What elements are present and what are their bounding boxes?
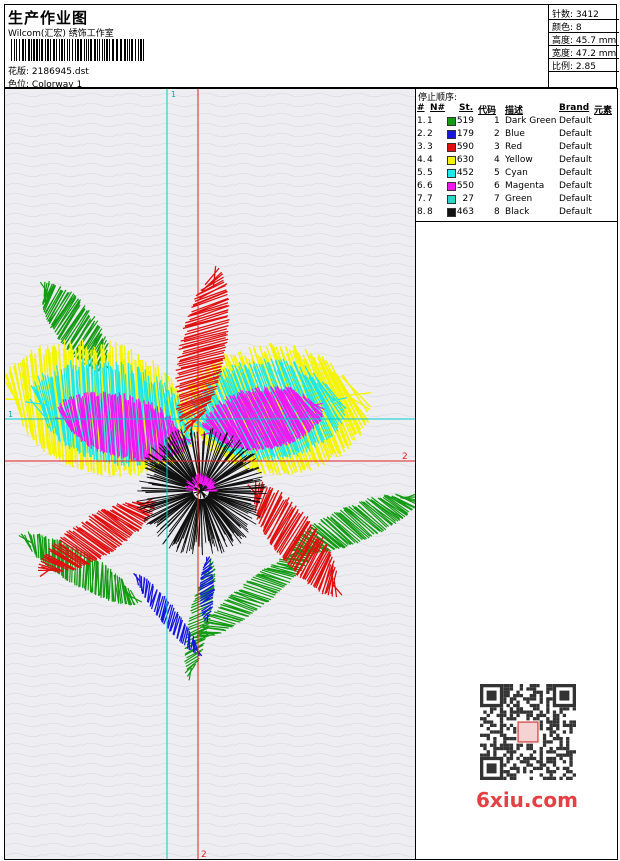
embroidery-design-canvas[interactable]: 1 1 2 2 [5, 89, 415, 859]
row-index: 5. [417, 168, 426, 178]
row-needle: 7 [427, 194, 433, 204]
studio-name: Wilcom(汇宏) 绣饰工作室 [8, 29, 114, 39]
row-code: 5 [494, 168, 500, 178]
page-title: 生产作业图 [8, 9, 89, 27]
row-needle: 6 [427, 181, 433, 191]
design-preview-panel[interactable]: 1 1 2 2 [4, 88, 416, 860]
row-stitches: 452 [456, 168, 474, 178]
header-panel: 生产作业图 Wilcom(汇宏) 绣饰工作室 花版: 2186945.dst 色… [4, 4, 619, 90]
row-index: 2. [417, 129, 426, 139]
design-label: 花版: [8, 67, 30, 77]
row-stitches: 179 [456, 129, 474, 139]
row-description: Green [505, 194, 533, 204]
row-description: Cyan [505, 168, 528, 178]
row-index: 3. [417, 142, 426, 152]
design-file-line: 花版: 2186945.dst [8, 64, 89, 77]
col-header-stitches: St. [459, 103, 474, 113]
table-row[interactable]: 1. 1 519 1 Dark Green Default [416, 116, 617, 129]
row-needle: 1 [427, 116, 433, 126]
table-row[interactable]: 4. 4 630 4 Yellow Default [416, 155, 617, 168]
axis-label-left: 1 [8, 410, 13, 419]
axis-label-bottom: 2 [201, 850, 207, 859]
col-header-needle: N# [430, 103, 446, 113]
row-stitches: 463 [456, 207, 474, 217]
row-code: 3 [494, 142, 500, 152]
table-row[interactable]: 8. 8 463 8 Black Default [416, 207, 617, 220]
row-brand: Default [559, 129, 592, 139]
row-code: 4 [494, 155, 500, 165]
table-row[interactable]: 7. 7 27 7 Green Default [416, 194, 617, 207]
row-description: Black [505, 207, 530, 217]
axis-label-right: 2 [402, 452, 408, 462]
row-code: 6 [494, 181, 500, 191]
row-description: Yellow [505, 155, 533, 165]
row-index: 7. [417, 194, 426, 204]
row-code: 1 [494, 116, 500, 126]
row-needle: 8 [427, 207, 433, 217]
row-stitches: 550 [456, 181, 474, 191]
design-file-name: 2186945.dst [31, 67, 89, 77]
row-brand: Default [559, 194, 592, 204]
thread-color-swatch [447, 156, 456, 165]
row-needle: 4 [427, 155, 433, 165]
row-brand: Default [559, 142, 592, 152]
stats-panel: 针数: 3412 颜色: 8 高度: 45.7 mm 宽度: 47.2 mm 比… [548, 5, 619, 89]
table-row[interactable]: 2. 2 179 2 Blue Default [416, 129, 617, 142]
row-needle: 5 [427, 168, 433, 178]
col-header-brand: Brand [559, 103, 590, 113]
col-header-element: 元素 [594, 106, 613, 116]
col-header-description: 描述 [505, 106, 524, 116]
row-index: 1. [417, 116, 426, 126]
table-row[interactable]: 3. 3 590 3 Red Default [416, 142, 617, 155]
row-index: 8. [417, 207, 426, 217]
row-brand: Default [559, 181, 592, 191]
row-stitches: 630 [456, 155, 474, 165]
row-brand: Default [559, 155, 592, 165]
row-stitches: 590 [456, 142, 474, 152]
table-row[interactable]: 5. 5 452 5 Cyan Default [416, 168, 617, 181]
row-brand: Default [559, 207, 592, 217]
row-code: 8 [494, 207, 500, 217]
thread-color-swatch [447, 208, 456, 217]
stop-sequence-title: 停止顺序: [418, 93, 458, 103]
row-brand: Default [559, 168, 592, 178]
barcode [11, 39, 144, 61]
row-needle: 3 [427, 142, 433, 152]
row-needle: 2 [427, 129, 433, 139]
row-description: Magenta [505, 181, 545, 191]
row-index: 4. [417, 155, 426, 165]
row-index: 6. [417, 181, 426, 191]
row-brand: Default [559, 116, 592, 126]
axis-label-top: 1 [171, 90, 176, 99]
thread-color-swatch [447, 182, 456, 191]
table-row[interactable]: 6. 6 550 6 Magenta Default [416, 181, 617, 194]
col-header-code: 代码 [478, 106, 497, 116]
watermark: 6xiu.com [470, 680, 586, 814]
row-stitches: 519 [456, 116, 474, 126]
thread-color-swatch [447, 169, 456, 178]
row-stitches: 27 [462, 194, 474, 204]
thread-color-swatch [447, 117, 456, 126]
qr-code [480, 684, 576, 780]
watermark-text: 6xiu.com [476, 788, 578, 812]
thread-sequence-table: 停止顺序: # N# St. 代码 描述 Brand 元素 1. 1 519 1 Dar… [415, 88, 618, 222]
row-code: 2 [494, 129, 500, 139]
thread-color-swatch [447, 143, 456, 152]
col-header-index: # [417, 103, 425, 113]
row-description: Red [505, 142, 523, 152]
thread-color-swatch [447, 130, 456, 139]
row-description: Dark Green [505, 116, 557, 126]
thread-color-swatch [447, 195, 456, 204]
row-code: 7 [494, 194, 500, 204]
row-description: Blue [505, 129, 525, 139]
